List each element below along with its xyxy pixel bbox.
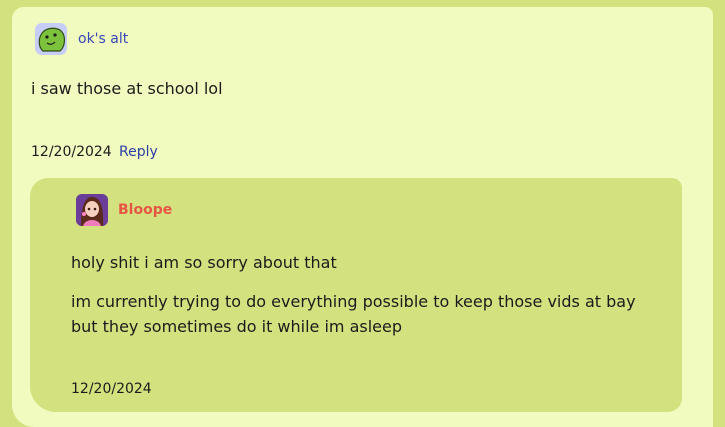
reply-text-line-1: holy shit i am so sorry about that: [71, 253, 337, 272]
green-blob-avatar-icon: [38, 27, 66, 52]
reply-date: 12/20/2024: [71, 381, 152, 397]
reply-user-avatar[interactable]: [76, 194, 108, 226]
comment-date: 12/20/2024: [31, 144, 112, 160]
reply-author-link[interactable]: Bloope: [118, 202, 172, 218]
reply-button[interactable]: Reply: [119, 144, 158, 160]
comment-text: i saw those at school lol: [31, 79, 223, 98]
comment-author-link[interactable]: ok's alt: [78, 31, 128, 47]
user-avatar[interactable]: [35, 23, 67, 55]
character-portrait-avatar-icon: [76, 194, 108, 226]
reply-text-line-2: im currently trying to do everything pos…: [71, 292, 636, 336]
